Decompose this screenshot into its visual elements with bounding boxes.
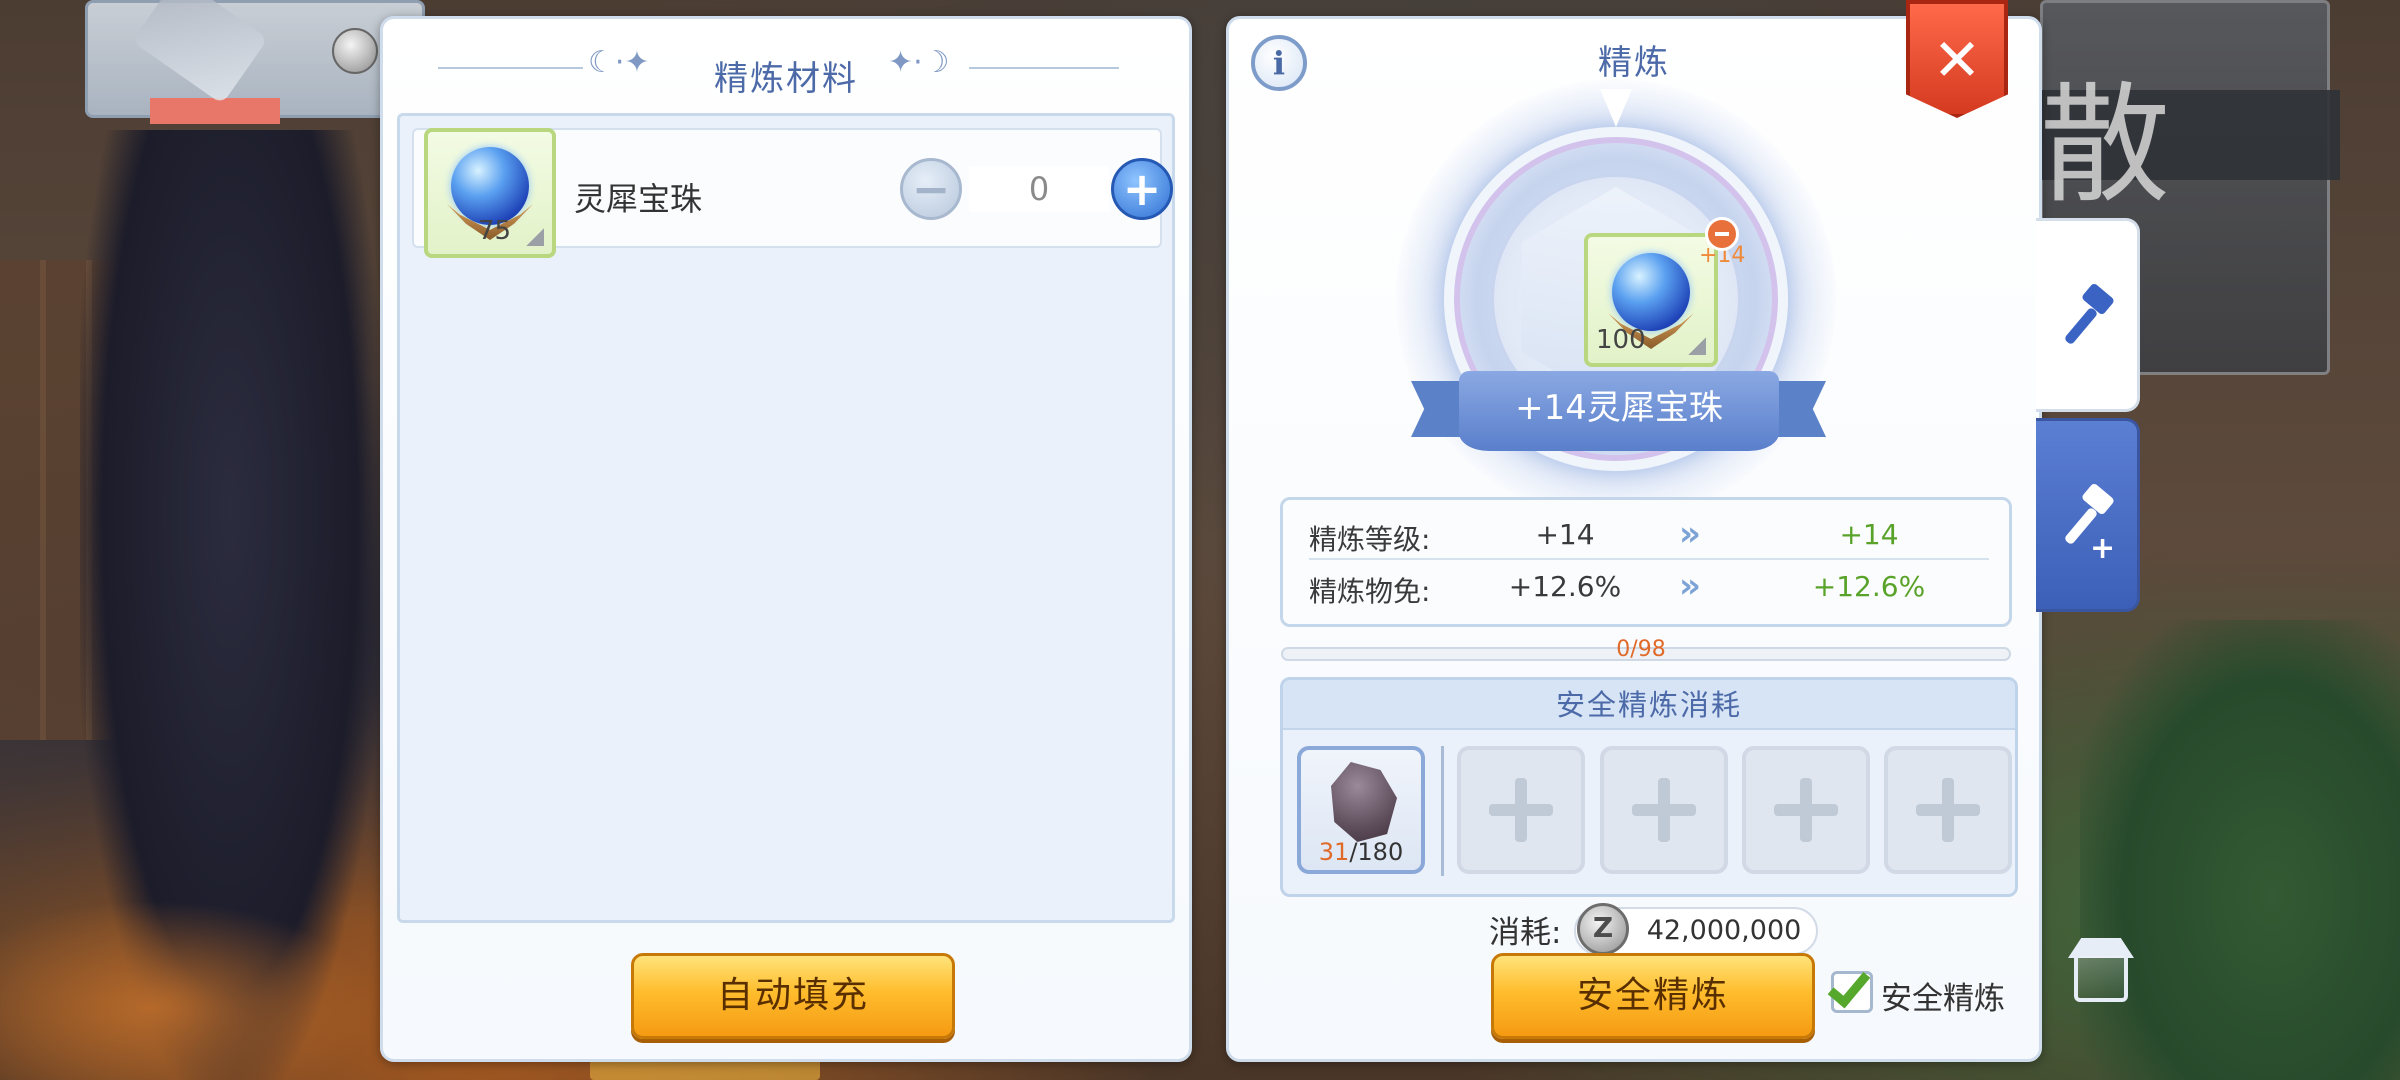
- target-item-name: +14灵犀宝珠: [1459, 371, 1779, 451]
- ring-pointer-icon: [1600, 89, 1632, 127]
- increase-button[interactable]: +: [1111, 158, 1173, 220]
- stat-current: +14: [1535, 518, 1595, 551]
- bag-box: [2074, 952, 2128, 1002]
- refine-panel: i 精炼 100 +14 +14灵犀宝珠 精炼等级: +14 » +14 精炼物…: [1226, 16, 2042, 1062]
- cost-slot-empty[interactable]: [1884, 746, 2012, 874]
- item-corner-icon: [1688, 337, 1706, 355]
- stat-next: +12.6%: [1812, 570, 1926, 603]
- refine-progress-text: 0/98: [1616, 637, 1666, 662]
- stat-label: 精炼物免:: [1309, 575, 1431, 608]
- cost-slot-empty[interactable]: [1742, 746, 1870, 874]
- close-button[interactable]: ✕: [1906, 0, 2008, 118]
- plus-icon: [1632, 778, 1696, 842]
- background-orange: [0, 900, 380, 1080]
- tab-refine-plus[interactable]: +: [2036, 418, 2140, 612]
- decrease-button[interactable]: −: [900, 158, 962, 220]
- materials-header: ☾·✦ 精炼材料 ✦·☽: [383, 39, 1189, 99]
- zeny-cost-amount: 42,000,000: [1646, 915, 1802, 946]
- background-big-char: 散: [2040, 69, 2171, 221]
- ore-have: 31: [1318, 838, 1350, 866]
- safe-refine-button[interactable]: 安全精炼: [1491, 953, 1815, 1039]
- target-item-count: 100: [1596, 325, 1646, 355]
- background-zeny-icon: [332, 28, 378, 74]
- checkmark-icon: [1827, 963, 1871, 1009]
- stat-label: 精炼等级:: [1309, 523, 1431, 556]
- materials-list[interactable]: 75 灵犀宝珠 − 0 +: [397, 113, 1175, 923]
- hammer-handle: [2063, 306, 2099, 346]
- blue-orb-icon: [1612, 253, 1690, 332]
- double-chevron-icon: »: [1679, 514, 1701, 554]
- header-line-right: [969, 67, 1119, 69]
- cost-slot-empty[interactable]: [1457, 746, 1585, 874]
- cost-slot-filled[interactable]: 31/180: [1297, 746, 1425, 874]
- zeny-coin-icon: Z: [1577, 903, 1629, 955]
- plus-icon: [1774, 778, 1838, 842]
- tab-refine[interactable]: [2036, 218, 2140, 412]
- safe-cost-title: 安全精炼消耗: [1283, 680, 2015, 730]
- plus-icon: [1916, 778, 1980, 842]
- material-name: 灵犀宝珠: [574, 180, 703, 218]
- tab-plus-mark: +: [2090, 531, 2116, 566]
- ore-count: 31/180: [1301, 838, 1421, 866]
- plus-icon: [1489, 778, 1553, 842]
- refine-materials-panel: ☾·✦ 精炼材料 ✦·☽ 75 灵犀宝珠 − 0 + 自动填充: [380, 16, 1192, 1062]
- stat-row: 精炼物免: +12.6% » +12.6%: [1309, 560, 1989, 612]
- ore-need: 180: [1357, 838, 1404, 866]
- stat-current: +12.6%: [1508, 570, 1622, 603]
- materials-title: 精炼材料: [714, 59, 858, 99]
- material-item-slot[interactable]: 75: [424, 128, 556, 258]
- cost-slot-empty[interactable]: [1600, 746, 1728, 874]
- refine-stats: 精炼等级: +14 » +14 精炼物免: +12.6% » +12.6%: [1280, 497, 2012, 627]
- remove-item-icon[interactable]: [1705, 217, 1739, 251]
- material-row[interactable]: 75 灵犀宝珠 − 0 +: [412, 128, 1173, 258]
- safe-refine-checkbox-label[interactable]: 安全精炼: [1881, 973, 2005, 1018]
- zeny-cost-label: 消耗:: [1489, 915, 1562, 951]
- bag-icon[interactable]: [2066, 938, 2138, 1010]
- quantity-field[interactable]: 0: [969, 166, 1109, 212]
- background-red-strip: [150, 98, 280, 124]
- moon-right-icon: ✦·☽: [888, 45, 950, 80]
- blue-orb-icon: [451, 146, 529, 225]
- item-corner-icon: [526, 228, 544, 246]
- item-name-ribbon: +14灵犀宝珠: [1411, 363, 1826, 467]
- background-foliage: [2080, 620, 2400, 1080]
- stat-row: 精炼等级: +14 » +14: [1309, 508, 1989, 560]
- safe-refine-cost: 安全精炼消耗 31/180: [1280, 677, 2018, 897]
- ore-icon: [1331, 762, 1397, 842]
- target-item-slot[interactable]: 100: [1584, 233, 1718, 367]
- safe-refine-checkbox[interactable]: [1827, 963, 1873, 1013]
- material-owned-count: 75: [478, 216, 512, 246]
- slot-divider: [1441, 746, 1444, 876]
- double-chevron-icon: »: [1679, 566, 1701, 606]
- stat-next: +14: [1839, 518, 1899, 551]
- hammer-icon: [2063, 282, 2116, 346]
- auto-fill-button[interactable]: 自动填充: [631, 953, 955, 1039]
